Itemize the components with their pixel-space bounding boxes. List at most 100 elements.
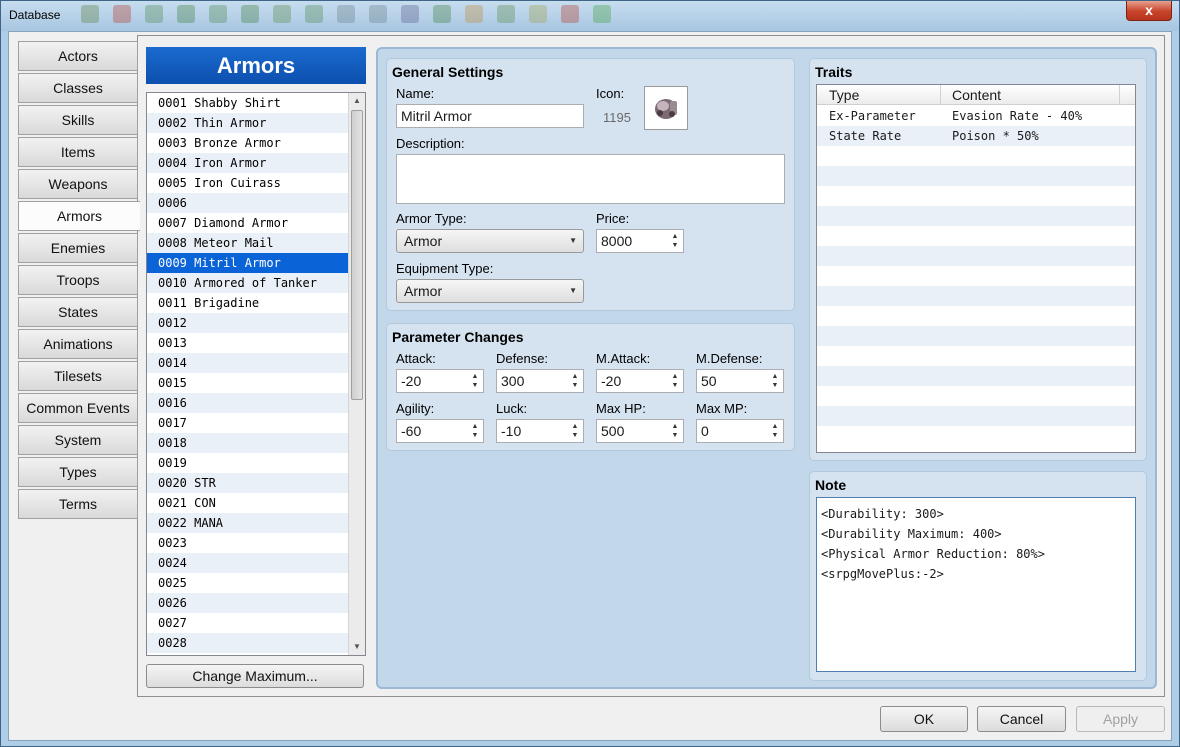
trait-content: Poison * 50%	[952, 129, 1039, 143]
spin-arrows-icon[interactable]: ▲ ▼	[771, 372, 779, 390]
list-item[interactable]: 0005 Iron Cuirass	[147, 173, 349, 193]
defense-input[interactable]: 300 ▲ ▼	[496, 369, 584, 393]
list-item[interactable]: 0014	[147, 353, 349, 373]
tab-skills[interactable]: Skills	[18, 105, 138, 135]
scroll-up-icon[interactable]: ▲	[349, 93, 365, 109]
list-item[interactable]: 0021 CON	[147, 493, 349, 513]
list-item[interactable]: 0027	[147, 613, 349, 633]
list-item[interactable]: 0002 Thin Armor	[147, 113, 349, 133]
list-item[interactable]: 0004 Iron Armor	[147, 153, 349, 173]
table-row[interactable]	[817, 246, 1135, 266]
list-item[interactable]: 0010 Armored of Tanker	[147, 273, 349, 293]
spin-arrows-icon[interactable]: ▲ ▼	[671, 232, 679, 250]
table-row[interactable]	[817, 306, 1135, 326]
description-input[interactable]	[396, 154, 785, 204]
name-input[interactable]: Mitril Armor	[396, 104, 584, 128]
table-row[interactable]: State Rate Poison * 50%	[817, 126, 1135, 146]
tab-system[interactable]: System	[18, 425, 138, 455]
table-row[interactable]	[817, 166, 1135, 186]
background-toolbar-icons	[81, 5, 611, 27]
list-item[interactable]: 0011 Brigadine	[147, 293, 349, 313]
tab-types[interactable]: Types	[18, 457, 138, 487]
col-content[interactable]: Content	[952, 87, 1001, 103]
list-item[interactable]: 0007 Diamond Armor	[147, 213, 349, 233]
apply-button[interactable]: Apply	[1076, 706, 1165, 732]
list-item[interactable]: 0019	[147, 453, 349, 473]
list-item[interactable]: 0006	[147, 193, 349, 213]
list-item[interactable]: 0012	[147, 313, 349, 333]
list-item[interactable]: 0008 Meteor Mail	[147, 233, 349, 253]
list-item[interactable]: 0001 Shabby Shirt	[147, 93, 349, 113]
list-scrollbar[interactable]: ▲ ▼	[348, 93, 365, 655]
ok-button[interactable]: OK	[880, 706, 968, 732]
change-maximum-button[interactable]: Change Maximum...	[146, 664, 364, 688]
tab-actors[interactable]: Actors	[18, 41, 138, 71]
list-item[interactable]: 0009 Mitril Armor	[147, 253, 349, 273]
table-row[interactable]	[817, 286, 1135, 306]
table-row[interactable]	[817, 386, 1135, 406]
tab-weapons[interactable]: Weapons	[18, 169, 138, 199]
tab-items[interactable]: Items	[18, 137, 138, 167]
agility-value: -60	[401, 423, 422, 439]
list-item[interactable]: 0013	[147, 333, 349, 353]
list-item[interactable]: 0022 MANA	[147, 513, 349, 533]
tab-animations[interactable]: Animations	[18, 329, 138, 359]
close-button[interactable]: x	[1126, 1, 1172, 21]
scroll-down-icon[interactable]: ▼	[349, 639, 365, 655]
m-defense-input[interactable]: 50 ▲ ▼	[696, 369, 784, 393]
list-item[interactable]: 0028	[147, 633, 349, 653]
traits-grid[interactable]: Type Content Ex-Parameter Evasion Rate -…	[816, 84, 1136, 453]
list-item[interactable]: 0003 Bronze Armor	[147, 133, 349, 153]
table-row[interactable]	[817, 406, 1135, 426]
table-row[interactable]	[817, 226, 1135, 246]
tab-tilesets[interactable]: Tilesets	[18, 361, 138, 391]
spin-arrows-icon[interactable]: ▲ ▼	[471, 372, 479, 390]
armor-list[interactable]: 0001 Shabby Shirt 0002 Thin Armor 0003 Bro…	[146, 92, 366, 656]
tab-enemies[interactable]: Enemies	[18, 233, 138, 263]
tab-troops[interactable]: Troops	[18, 265, 138, 295]
tab-armors[interactable]: Armors	[18, 201, 140, 231]
icon-picker[interactable]	[644, 86, 688, 130]
m-attack-input[interactable]: -20 ▲ ▼	[596, 369, 684, 393]
spin-arrows-icon[interactable]: ▲ ▼	[471, 422, 479, 440]
table-row[interactable]	[817, 186, 1135, 206]
spin-arrows-icon[interactable]: ▲ ▼	[771, 422, 779, 440]
spin-arrows-icon[interactable]: ▲ ▼	[671, 422, 679, 440]
cancel-button[interactable]: Cancel	[977, 706, 1066, 732]
table-row[interactable]	[817, 346, 1135, 366]
equipment-type-select[interactable]: Armor ▼	[396, 279, 584, 303]
attack-input[interactable]: -20 ▲ ▼	[396, 369, 484, 393]
max-hp-input[interactable]: 500 ▲ ▼	[596, 419, 684, 443]
note-textarea[interactable]: <Durability: 300> <Durability Maximum: 4…	[816, 497, 1136, 672]
table-row[interactable]	[817, 366, 1135, 386]
list-item[interactable]: 0025	[147, 573, 349, 593]
armor-type-select[interactable]: Armor ▼	[396, 229, 584, 253]
list-item[interactable]: 0026	[147, 593, 349, 613]
spin-arrows-icon[interactable]: ▲ ▼	[571, 422, 579, 440]
max-mp-input[interactable]: 0 ▲ ▼	[696, 419, 784, 443]
tab-states[interactable]: States	[18, 297, 138, 327]
list-item[interactable]: 0015	[147, 373, 349, 393]
spin-arrows-icon[interactable]: ▲ ▼	[671, 372, 679, 390]
list-item[interactable]: 0018	[147, 433, 349, 453]
list-item[interactable]: 0016	[147, 393, 349, 413]
table-row[interactable]	[817, 266, 1135, 286]
tab-classes[interactable]: Classes	[18, 73, 138, 103]
table-row[interactable]	[817, 426, 1135, 446]
tab-common-events[interactable]: Common Events	[18, 393, 138, 423]
price-input[interactable]: 8000 ▲ ▼	[596, 229, 684, 253]
table-row[interactable]	[817, 326, 1135, 346]
list-item[interactable]: 0023	[147, 533, 349, 553]
scroll-thumb[interactable]	[351, 110, 363, 400]
table-row[interactable]	[817, 206, 1135, 226]
tab-terms[interactable]: Terms	[18, 489, 138, 519]
agility-input[interactable]: -60 ▲ ▼	[396, 419, 484, 443]
luck-input[interactable]: -10 ▲ ▼	[496, 419, 584, 443]
col-type[interactable]: Type	[829, 87, 859, 103]
table-row[interactable]: Ex-Parameter Evasion Rate - 40%	[817, 106, 1135, 126]
spin-arrows-icon[interactable]: ▲ ▼	[571, 372, 579, 390]
list-item[interactable]: 0024	[147, 553, 349, 573]
list-item[interactable]: 0020 STR	[147, 473, 349, 493]
table-row[interactable]	[817, 146, 1135, 166]
list-item[interactable]: 0017	[147, 413, 349, 433]
